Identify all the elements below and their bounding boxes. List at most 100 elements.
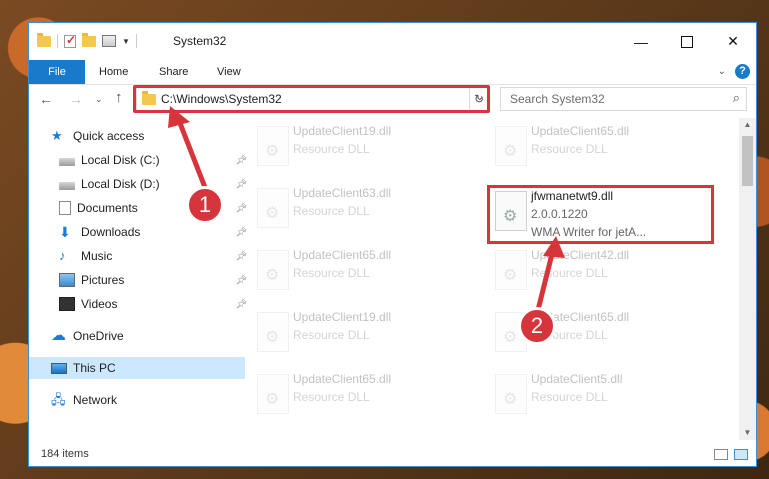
details-view-icon[interactable] — [714, 449, 728, 460]
item-count: 184 items — [41, 448, 89, 460]
address-row: ← → ⌄ ↑ C:\Windows\System32 ⌄ ↻ Search S… — [29, 85, 756, 115]
computer-icon — [51, 362, 67, 374]
nav-label: Videos — [81, 297, 118, 311]
file-item[interactable]: ⚙ UpdateClient5.dll Resource DLL — [487, 368, 713, 426]
tab-share[interactable]: Share — [147, 60, 200, 84]
dll-file-icon: ⚙ — [257, 374, 289, 414]
search-icon[interactable]: ⌕ — [733, 90, 740, 106]
document-icon — [59, 201, 71, 215]
file-item[interactable]: ⚙ UpdateClient19.dll Resource DLL — [249, 120, 475, 178]
dll-file-icon: ⚙ — [495, 250, 527, 290]
file-item[interactable]: ⚙ UpdateClient42.dll Resource DLL — [487, 244, 713, 302]
download-icon: ⬇ — [59, 224, 71, 240]
gear-icon: ⚙ — [265, 329, 280, 346]
dll-file-icon: ⚙ — [495, 126, 527, 166]
nav-onedrive[interactable]: ☁ OneDrive — [29, 325, 245, 347]
maximize-button[interactable] — [664, 23, 710, 60]
nav-label: Local Disk (C:) — [81, 153, 160, 167]
file-item[interactable]: ⚙ UpdateClient65.dll Resource DLL — [249, 368, 475, 426]
forward-arrow-icon[interactable]: → — [69, 91, 83, 107]
file-item[interactable]: ⚙ UpdateClient19.dll Resource DLL — [249, 306, 475, 364]
file-item[interactable]: ⚙ UpdateClient63.dll Resource DLL — [249, 182, 475, 240]
vertical-scrollbar[interactable]: ▲ ▼ — [739, 118, 756, 440]
music-icon: ♪ — [59, 248, 66, 263]
folder-icon — [37, 32, 51, 47]
file-description: Resource DLL — [531, 266, 608, 280]
ribbon-tabs: File Home Share View ⌄ ? — [29, 60, 756, 85]
dll-file-icon: ⚙ — [257, 188, 289, 228]
file-name: UpdateClient42.dll — [531, 248, 630, 262]
nav-pictures[interactable]: Pictures 📌︎ — [29, 269, 253, 291]
scroll-down-icon[interactable]: ▼ — [739, 426, 756, 440]
new-folder-icon[interactable] — [82, 32, 96, 47]
nav-videos[interactable]: Videos 📌︎ — [29, 293, 253, 315]
file-item[interactable]: ⚙ UpdateClient65.dll Resource DLL — [487, 120, 713, 178]
tab-home[interactable]: Home — [87, 60, 140, 84]
pictures-icon — [59, 273, 75, 287]
toolbar-separator — [135, 34, 137, 48]
address-bar-highlight — [133, 85, 490, 113]
file-name: UpdateClient63.dll — [293, 186, 392, 200]
nav-label: Local Disk (D:) — [81, 177, 160, 191]
videos-icon — [59, 297, 75, 311]
nav-local-disk-c[interactable]: Local Disk (C:) 📌︎ — [29, 149, 253, 171]
status-bar: 184 items — [29, 444, 756, 466]
dll-file-icon: ⚙ — [257, 312, 289, 352]
gear-icon: ⚙ — [265, 143, 280, 160]
dll-file-icon: ⚙ — [257, 250, 289, 290]
file-name: UpdateClient5.dll — [531, 372, 623, 386]
file-name: UpdateClient19.dll — [293, 124, 392, 138]
drive-icon — [59, 157, 75, 166]
expand-ribbon-icon[interactable]: ⌄ — [718, 66, 726, 77]
nav-label: This PC — [73, 361, 116, 375]
nav-label: Network — [73, 393, 118, 407]
search-input[interactable]: Search System32 ⌕ — [500, 87, 747, 111]
file-item[interactable]: ⚙ UpdateClient65.dll Resource DLL — [249, 244, 475, 302]
properties-icon[interactable] — [102, 35, 116, 47]
navigation-pane: ★ Quick access Local Disk (C:) 📌︎ Local … — [29, 118, 247, 440]
file-description: Resource DLL — [293, 328, 370, 342]
customize-toolbar-icon[interactable]: ▼ — [122, 37, 130, 46]
recent-locations-icon[interactable]: ⌄ — [95, 94, 103, 105]
back-arrow-icon[interactable]: ← — [39, 91, 53, 107]
cloud-icon: ☁ — [51, 327, 66, 344]
maximize-icon — [681, 35, 693, 48]
nav-label: Quick access — [73, 129, 145, 143]
help-icon[interactable]: ? — [735, 64, 750, 79]
file-explorer-window: ▼ System32 — ✕ File Home Share View ⌄ ? … — [28, 22, 757, 467]
scroll-up-icon[interactable]: ▲ — [739, 118, 756, 132]
target-file-highlight — [487, 185, 714, 244]
gear-icon: ⚙ — [265, 205, 280, 222]
dll-file-icon: ⚙ — [495, 374, 527, 414]
nav-this-pc[interactable]: This PC — [29, 357, 245, 379]
gear-icon: ⚙ — [503, 329, 518, 346]
file-name: UpdateClient65.dll — [293, 372, 392, 386]
close-button[interactable]: ✕ — [710, 23, 756, 60]
nav-label: Documents — [77, 201, 138, 215]
drive-icon — [59, 181, 75, 190]
file-list: ⚙ UpdateClient19.dll Resource DLL ⚙ Upda… — [231, 118, 740, 440]
nav-music[interactable]: ♪ Music 📌︎ — [29, 245, 253, 267]
up-arrow-icon[interactable]: ↑ — [115, 89, 123, 106]
file-description: Resource DLL — [293, 390, 370, 404]
title-bar[interactable]: ▼ System32 — ✕ — [29, 23, 756, 60]
gear-icon: ⚙ — [503, 267, 518, 284]
nav-label: Music — [81, 249, 113, 263]
tab-view[interactable]: View — [205, 60, 253, 84]
nav-downloads[interactable]: ⬇ Downloads 📌︎ — [29, 221, 253, 243]
tiles-view-icon[interactable] — [734, 449, 748, 460]
nav-quick-access[interactable]: ★ Quick access — [29, 125, 245, 147]
file-description: Resource DLL — [293, 204, 370, 218]
file-description: Resource DLL — [293, 142, 370, 156]
nav-network[interactable]: 🖧︎ Network — [29, 389, 245, 411]
scroll-thumb[interactable] — [742, 136, 753, 186]
nav-label: OneDrive — [73, 329, 124, 343]
file-description: Resource DLL — [293, 266, 370, 280]
star-icon: ★ — [51, 128, 63, 143]
minimize-button[interactable]: — — [618, 23, 664, 60]
file-name: UpdateClient19.dll — [293, 310, 392, 324]
properties-check-icon[interactable] — [64, 33, 76, 48]
window-title: System32 — [173, 34, 227, 48]
gear-icon: ⚙ — [503, 143, 518, 160]
tab-file[interactable]: File — [29, 60, 85, 84]
